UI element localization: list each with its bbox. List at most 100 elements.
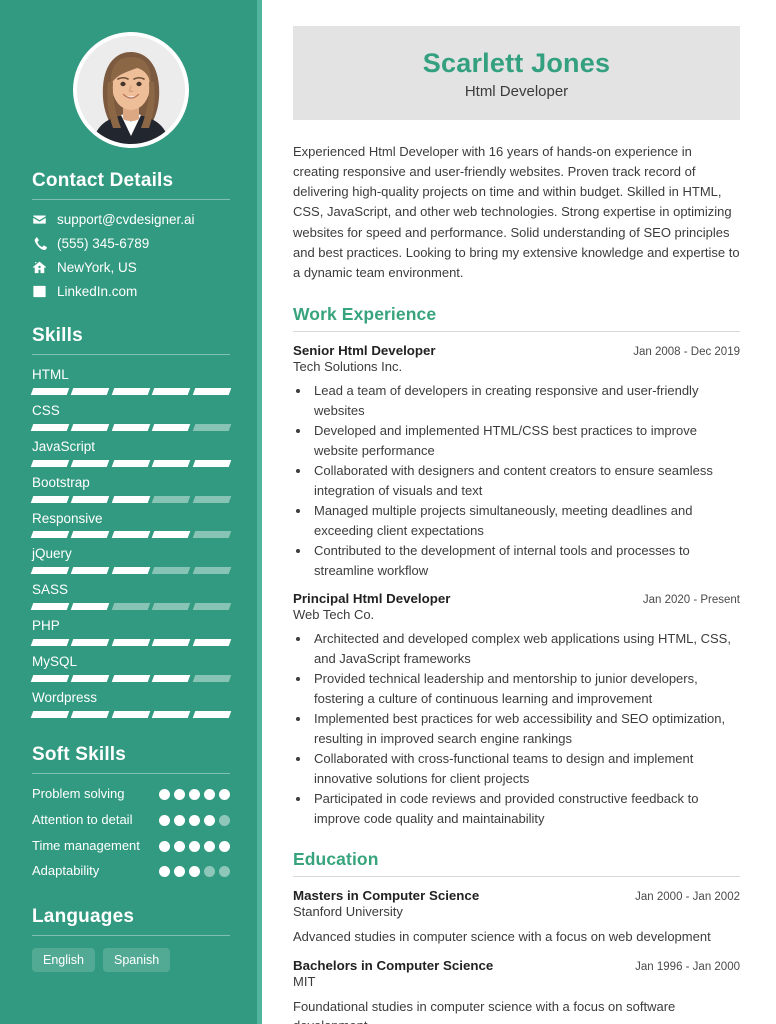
skill-name: HTML — [32, 367, 69, 382]
contact-item-phone[interactable]: (555) 345-6789 — [32, 236, 230, 251]
soft-skill-row: Attention to detail — [32, 812, 230, 829]
contact-item-location[interactable]: NewYork, US — [32, 260, 230, 275]
skill-row: JavaScript — [30, 439, 232, 467]
skill-name: CSS — [32, 402, 60, 418]
skill-segment — [151, 674, 191, 682]
page-title: Scarlett Jones — [422, 48, 611, 78]
skill-row: Wordpress — [30, 690, 232, 718]
rating-dot — [204, 840, 215, 852]
contact-item-email[interactable]: support@cvdesigner.ai — [32, 212, 230, 227]
soft-skill-rating — [159, 838, 230, 852]
contact-list: support@cvdesigner.ai (555) 345-6789 New… — [32, 212, 230, 299]
skill-level-bar — [30, 639, 232, 646]
contact-details-heading: Contact Details — [32, 170, 174, 191]
skill-segment — [151, 423, 191, 431]
skill-segment — [71, 639, 111, 646]
rating-dot — [174, 866, 185, 878]
work-bullet-list: Lead a team of developers in creating re… — [311, 381, 740, 580]
skill-level-bar — [30, 674, 232, 682]
soft-skill-name: Adaptability — [32, 863, 100, 879]
work-entry: Senior Html Developer Jan 2008 - Dec 201… — [293, 343, 740, 580]
work-entry-list: Senior Html Developer Jan 2008 - Dec 201… — [293, 343, 740, 828]
skill-segment — [30, 710, 70, 718]
soft-skill-row: Problem solving — [32, 786, 230, 803]
sidebar: Contact Details support@cvdesigner.ai (5… — [0, 0, 262, 1024]
skill-row: SASS — [30, 582, 232, 611]
skill-segment — [111, 387, 151, 395]
rating-dot — [189, 840, 200, 852]
linkedin-icon — [32, 284, 47, 299]
skill-segment — [30, 495, 70, 503]
rating-dot — [159, 866, 170, 878]
skill-level-bar — [30, 387, 232, 395]
skill-segment — [151, 531, 191, 539]
skill-segment — [111, 495, 151, 503]
professional-summary: Experienced Html Developer with 16 years… — [293, 144, 740, 280]
contact-item-linkedin[interactable]: LinkedIn.com — [32, 284, 230, 299]
skill-segment — [192, 710, 232, 718]
work-bullet: Provided technical leadership and mentor… — [311, 669, 740, 708]
home-icon — [32, 260, 47, 275]
education-heading: Education — [293, 849, 379, 870]
education-school: MIT — [293, 973, 316, 989]
rating-dot — [219, 788, 230, 800]
education-entry: Masters in Computer Science Jan 2000 - J… — [293, 888, 740, 947]
divider — [32, 199, 230, 200]
work-bullet: Managed multiple projects simultaneously… — [311, 501, 740, 540]
rating-dot — [174, 814, 185, 826]
work-bullet: Lead a team of developers in creating re… — [311, 381, 740, 420]
soft-skills-list: Problem solving Attention to detail Time… — [32, 786, 230, 881]
work-bullet: Developed and implemented HTML/CSS best … — [311, 421, 740, 460]
divider — [293, 876, 740, 878]
skill-segment — [192, 495, 232, 503]
skill-segment — [111, 639, 151, 646]
skill-segment — [151, 495, 191, 503]
soft-skill-rating — [159, 812, 230, 826]
soft-skill-name: Attention to detail — [32, 811, 133, 827]
skill-segment — [111, 674, 151, 682]
soft-skill-row: Time management — [32, 838, 230, 855]
education-date-range: Jan 1996 - Jan 2000 — [635, 960, 740, 973]
skill-row: Bootstrap — [30, 475, 232, 503]
skill-segment — [111, 423, 151, 431]
work-bullet: Contributed to the development of intern… — [311, 541, 740, 580]
skill-segment — [71, 423, 111, 431]
soft-skill-row: Adaptability — [32, 863, 230, 880]
profile-photo-illustration — [77, 36, 185, 144]
skill-name: SASS — [32, 582, 69, 598]
skill-level-bar — [30, 531, 232, 539]
education-description: Foundational studies in computer science… — [293, 998, 676, 1024]
skill-segment — [71, 387, 111, 395]
rating-dot — [174, 840, 185, 852]
work-entry-header: Principal Html Developer Jan 2020 - Pres… — [293, 591, 740, 606]
skill-segment — [30, 567, 70, 575]
skill-level-bar — [30, 423, 232, 431]
rating-dot — [159, 814, 170, 826]
soft-skill-rating — [159, 863, 230, 878]
work-bullet: Collaborated with designers and content … — [311, 461, 740, 500]
work-role: Principal Html Developer — [293, 591, 451, 607]
rating-dot — [189, 866, 200, 878]
skill-segment — [192, 387, 232, 395]
education-entry: Bachelors in Computer Science Jan 1996 -… — [293, 958, 740, 1024]
soft-skills-section: Soft Skills Problem solving Attention to… — [32, 744, 230, 881]
languages-list: English Spanish — [32, 948, 230, 973]
main-content: Scarlett Jones Html Developer Experience… — [262, 0, 776, 1024]
languages-section: Languages English Spanish — [32, 906, 230, 973]
skill-segment — [111, 459, 151, 467]
skill-segment — [151, 639, 191, 646]
soft-skills-heading: Soft Skills — [32, 743, 127, 765]
skill-name: Responsive — [32, 510, 103, 526]
skill-segment — [111, 531, 151, 539]
skill-row: CSS — [30, 402, 232, 431]
rating-dot — [219, 840, 230, 852]
education-degree: Bachelors in Computer Science — [293, 957, 494, 973]
skill-segment — [111, 710, 151, 718]
skill-level-bar — [30, 567, 232, 575]
contact-linkedin-text: LinkedIn.com — [57, 283, 138, 299]
language-pill[interactable]: English — [32, 948, 95, 973]
language-pill[interactable]: Spanish — [103, 948, 171, 973]
skill-segment — [192, 674, 232, 682]
skill-name: jQuery — [32, 546, 72, 562]
skill-row: jQuery — [30, 546, 232, 575]
